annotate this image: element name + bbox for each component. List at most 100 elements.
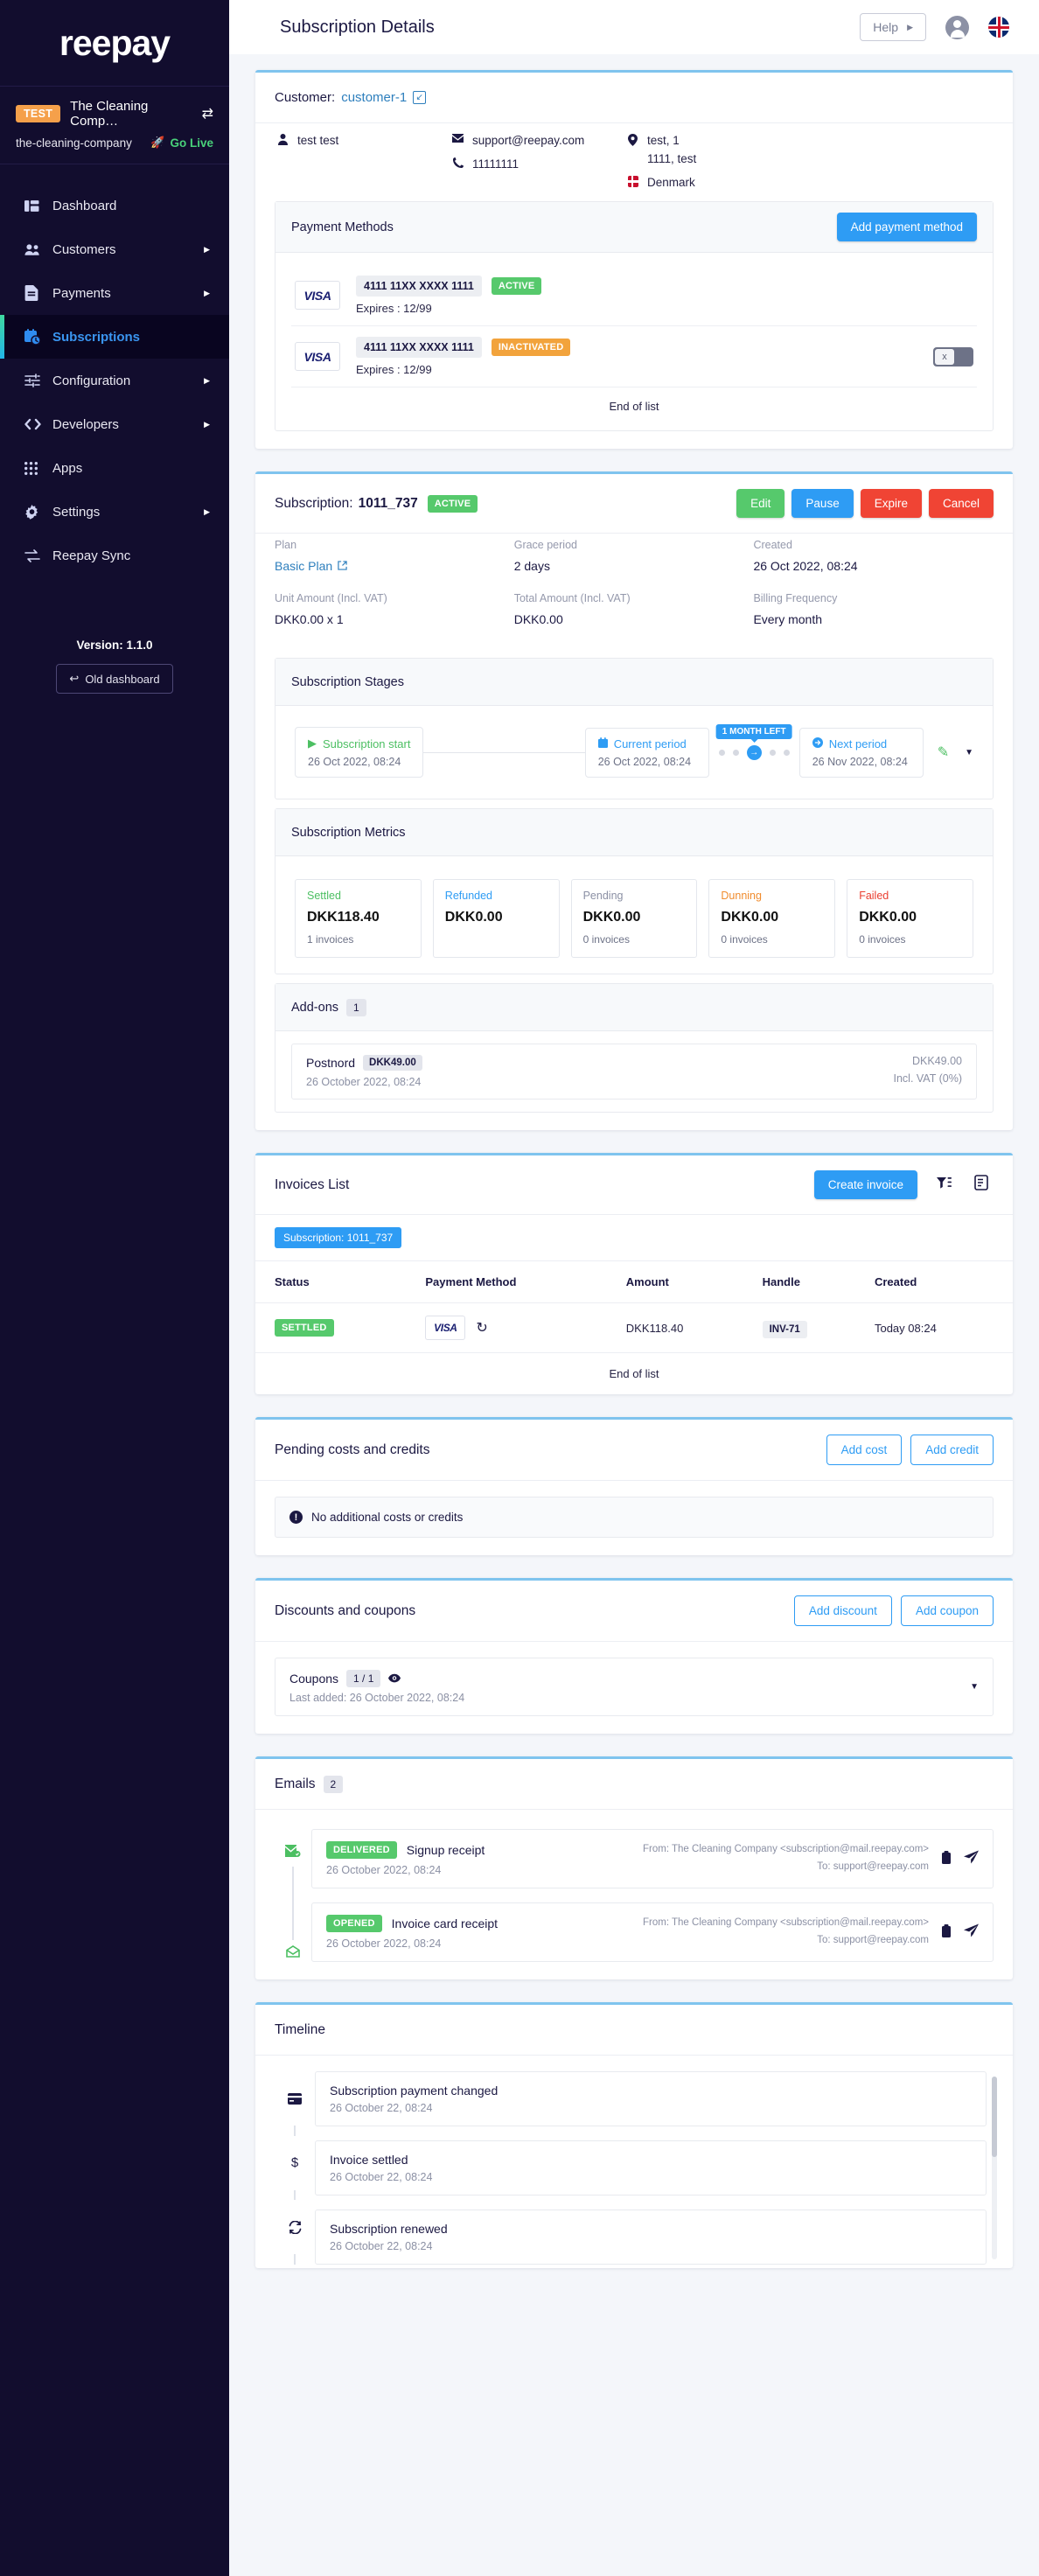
uk-flag-icon[interactable] xyxy=(988,17,1009,38)
field-label: Created xyxy=(753,539,792,551)
invoices-title: Invoices List xyxy=(275,1176,350,1192)
subscription-filter-chip[interactable]: Subscription: 1011_737 xyxy=(275,1227,402,1248)
sidebar-item-label: Subscriptions xyxy=(52,329,141,345)
add-discount-button[interactable]: Add discount xyxy=(793,1595,892,1626)
cancel-button[interactable]: Cancel xyxy=(928,489,994,518)
stage-next-period[interactable]: Next period 26 Nov 2022, 08:24 xyxy=(798,727,924,778)
sidebar-item-dashboard[interactable]: Dashboard xyxy=(0,184,229,227)
email-row[interactable]: DELIVERED Signup receipt 26 October 2022… xyxy=(311,1829,994,1888)
old-dashboard-label: Old dashboard xyxy=(85,672,160,686)
sidebar-item-label: Customers xyxy=(52,241,116,257)
location-pin-icon xyxy=(626,134,639,146)
tenant-switcher[interactable]: TEST The Cleaning Comp… ⇄ the-cleaning-c… xyxy=(0,86,229,164)
external-link-icon[interactable] xyxy=(338,559,347,573)
pending-costs-card: Pending costs and credits Add cost Add c… xyxy=(255,1417,1013,1555)
customer-email-row: support@reepay.com xyxy=(451,134,626,147)
addon-row[interactable]: Postnord DKK49.00 26 October 2022, 08:24… xyxy=(291,1044,977,1100)
chevron-right-icon: ▶ xyxy=(204,288,210,297)
email-row[interactable]: OPENED Invoice card receipt 26 October 2… xyxy=(311,1902,994,1962)
renew-icon xyxy=(289,2200,302,2254)
open-external-icon[interactable]: ↙ xyxy=(413,91,427,104)
timeline-item[interactable]: Subscription renewed 26 October 22, 08:2… xyxy=(315,2209,987,2265)
filter-icon[interactable] xyxy=(931,1176,957,1194)
sidebar-item-configuration[interactable]: Configuration ▶ xyxy=(0,359,229,402)
chevron-down-icon[interactable]: ▼ xyxy=(965,748,973,757)
timeline-scrollbar-thumb[interactable] xyxy=(992,2077,997,2157)
metric-value: DKK0.00 xyxy=(444,910,503,925)
sidebar-item-subscriptions[interactable]: Subscriptions xyxy=(0,315,229,359)
empty-message: No additional costs or credits xyxy=(311,1511,464,1524)
table-row[interactable]: SETTLED VISA ↻ DKK118.40 INV-71 Today 08… xyxy=(255,1302,1013,1353)
invoices-card: Invoices List Create invoice Subscriptio… xyxy=(255,1153,1013,1394)
field-value: Every month xyxy=(753,612,823,626)
addons-count: 1 xyxy=(346,998,366,1016)
addons-panel: Add-ons 1 Postnord DKK49.00 26 October 2… xyxy=(275,983,994,1113)
timeline-item[interactable]: Subscription payment changed 26 October … xyxy=(315,2071,987,2126)
empty-state: ! No additional costs or credits xyxy=(275,1497,994,1538)
copy-icon[interactable] xyxy=(941,1923,952,1941)
toggle-knob: x xyxy=(935,348,954,365)
coupons-row[interactable]: Coupons 1 / 1 Last added: 26 October 202… xyxy=(275,1658,994,1716)
swap-icon[interactable]: ⇄ xyxy=(202,105,213,122)
sidebar: reepay TEST The Cleaning Comp… ⇄ the-cle… xyxy=(0,0,229,2576)
end-of-list-label: End of list xyxy=(609,1367,659,1380)
sidebar-item-reepay-sync[interactable]: Reepay Sync xyxy=(0,534,229,577)
eye-icon[interactable] xyxy=(388,1672,401,1686)
payment-methods-list: VISA 4111 11XX XXXX 1111 ACTIVE Expires … xyxy=(275,253,993,430)
email-from: From: The Cleaning Company <subscription… xyxy=(642,1844,929,1855)
add-coupon-button[interactable]: Add coupon xyxy=(900,1595,994,1626)
sidebar-item-apps[interactable]: Apps xyxy=(0,446,229,490)
add-payment-method-button[interactable]: Add payment method xyxy=(836,213,977,241)
customer-handle-link[interactable]: customer-1 xyxy=(341,90,407,105)
end-of-list-label: End of list xyxy=(609,400,659,413)
help-button[interactable]: Help ▶ xyxy=(860,13,926,41)
timeline-scrollbar[interactable] xyxy=(992,2077,997,2259)
settings-icon xyxy=(24,504,52,520)
emails-list: DELIVERED Signup receipt 26 October 2022… xyxy=(311,1829,994,1962)
edit-button[interactable]: Edit xyxy=(736,489,785,518)
sidebar-item-label: Developers xyxy=(52,416,119,432)
email-subject: Invoice card receipt xyxy=(391,1916,499,1930)
sidebar-item-payments[interactable]: Payments ▶ xyxy=(0,271,229,315)
card-number: 4111 11XX XXXX 1111 xyxy=(356,276,482,297)
plan-link[interactable]: Basic Plan xyxy=(275,559,332,573)
addon-name: Postnord xyxy=(306,1056,356,1070)
timeline-item-title: Subscription renewed xyxy=(330,2222,448,2236)
chevron-down-icon[interactable]: ▼ xyxy=(970,1682,979,1692)
send-icon[interactable] xyxy=(964,1850,979,1867)
subscription-card: Subscription: 1011_737 ACTIVE Edit Pause… xyxy=(255,471,1013,1130)
send-icon[interactable] xyxy=(964,1923,979,1941)
denmark-flag-icon xyxy=(626,176,639,187)
chevron-right-icon: ▶ xyxy=(204,244,210,254)
payments-icon xyxy=(24,285,52,301)
deactivate-toggle[interactable]: x xyxy=(933,346,973,367)
timeline-item[interactable]: Invoice settled 26 October 22, 08:24 xyxy=(315,2140,987,2196)
add-credit-button[interactable]: Add credit xyxy=(910,1435,994,1465)
subscription-stages-panel: Subscription Stages ▶ Subscription start… xyxy=(275,658,994,799)
payment-method-row[interactable]: VISA 4111 11XX XXXX 1111 INACTIVATED Exp… xyxy=(291,326,977,387)
stage-subscription-start[interactable]: ▶ Subscription start 26 Oct 2022, 08:24 xyxy=(295,727,424,778)
expire-button[interactable]: Expire xyxy=(860,489,922,518)
visa-icon: VISA xyxy=(425,1316,466,1340)
create-invoice-button[interactable]: Create invoice xyxy=(813,1170,917,1199)
email-date: 26 October 2022, 08:24 xyxy=(326,1864,442,1876)
dashboard-icon xyxy=(24,199,52,213)
pause-button[interactable]: Pause xyxy=(791,489,854,518)
columns-icon[interactable] xyxy=(969,1175,994,1195)
stage-current-period[interactable]: Current period 26 Oct 2022, 08:24 xyxy=(584,727,709,778)
payment-method-row[interactable]: VISA 4111 11XX XXXX 1111 ACTIVE Expires … xyxy=(291,265,977,326)
account-icon[interactable] xyxy=(945,15,969,39)
column-amount: Amount xyxy=(618,1261,756,1303)
go-live-button[interactable]: 🚀 Go Live xyxy=(150,136,213,150)
field-billing-frequency: Billing Frequency Every month xyxy=(753,592,993,626)
old-dashboard-button[interactable]: ↩ Old dashboard xyxy=(56,664,173,694)
add-cost-button[interactable]: Add cost xyxy=(826,1435,903,1465)
copy-icon[interactable] xyxy=(941,1850,952,1867)
card-number: 4111 11XX XXXX 1111 xyxy=(356,337,482,358)
addon-amount: DKK49.00 xyxy=(912,1055,962,1067)
email-subject: Signup receipt xyxy=(406,1843,485,1857)
sidebar-item-developers[interactable]: Developers ▶ xyxy=(0,402,229,446)
edit-pencil-icon[interactable]: ✎ xyxy=(938,743,949,761)
sidebar-item-settings[interactable]: Settings ▶ xyxy=(0,490,229,534)
sidebar-item-customers[interactable]: Customers ▶ xyxy=(0,227,229,271)
